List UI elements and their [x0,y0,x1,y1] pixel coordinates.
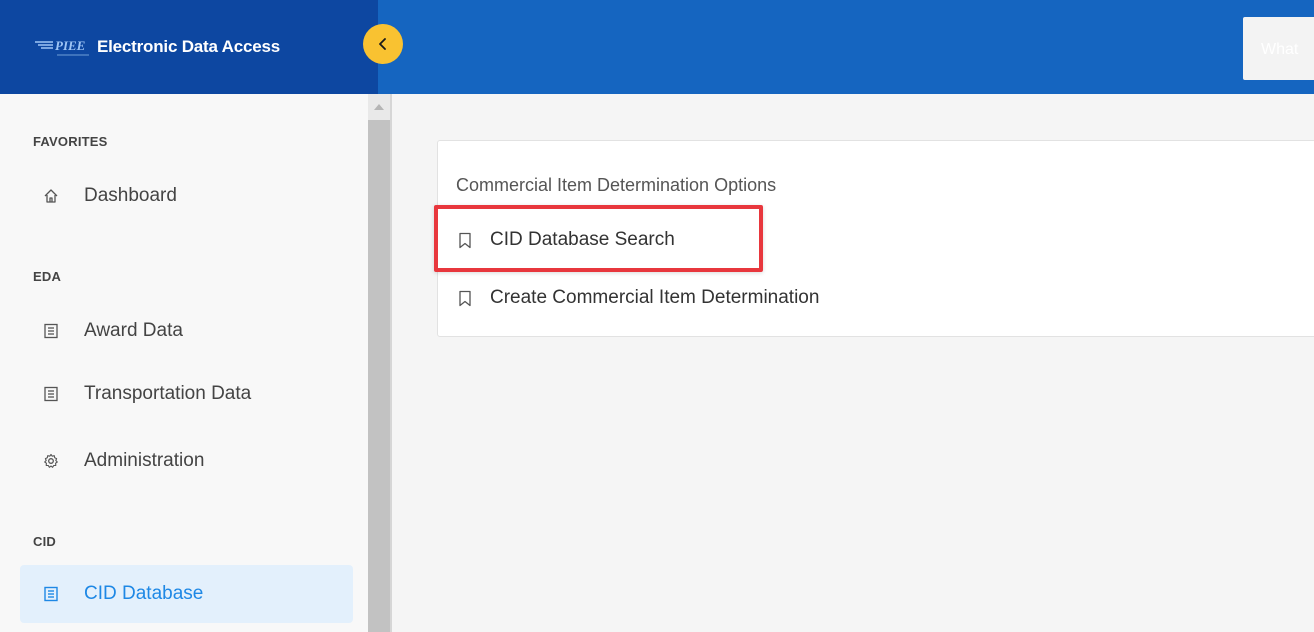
piee-logo[interactable]: PIEE [33,34,91,60]
gear-icon [42,452,60,470]
sidebar-item-label: Dashboard [84,185,177,206]
sidebar-item-label: Award Data [84,320,183,341]
app-title: Electronic Data Access [97,37,281,56]
brand-header: PIEE Electronic Data Access [0,0,378,94]
sidebar-item-label: Administration [84,450,205,471]
bookmark-icon [456,289,474,307]
document-icon [42,585,60,603]
section-header-eda: EDA [33,269,62,284]
option-label: Create Commercial Item Determination [490,287,820,308]
home-icon [42,187,60,205]
sidebar-item-administration[interactable]: Administration [20,432,353,490]
document-icon [42,322,60,340]
sidebar-item-label: Transportation Data [84,383,252,404]
sidebar-item-transportation-data[interactable]: Transportation Data [20,365,353,423]
sidebar-item-award-data[interactable]: Award Data [20,302,353,360]
search-placeholder: What [1261,41,1299,58]
main-content: Commercial Item Determination Options CI… [392,94,1314,632]
bookmark-icon [456,231,474,249]
scrollbar-thumb[interactable] [368,120,390,632]
document-icon [42,385,60,403]
piee-logo-icon: PIEE [35,38,89,56]
search-input[interactable]: What [1243,17,1314,80]
sidebar-item-dashboard[interactable]: Dashboard [20,167,353,225]
section-header-favorites: FAVORITES [33,134,108,149]
sidebar: FAVORITES Dashboard EDA Award Data Trans… [0,94,368,632]
collapse-sidebar-button[interactable] [363,24,403,64]
card-title: Commercial Item Determination Options [456,175,777,195]
sidebar-item-cid-database[interactable]: CID Database [20,565,353,623]
chevron-left-icon [379,38,386,50]
sidebar-scrollbar[interactable] [368,94,390,632]
scroll-up-arrow-icon[interactable] [374,104,384,110]
option-cid-database-search[interactable]: CID Database Search [456,229,675,251]
option-label: CID Database Search [490,229,675,250]
option-create-cid[interactable]: Create Commercial Item Determination [456,287,819,309]
section-header-cid: CID [33,534,56,549]
brand-logo-text: PIEE [55,38,86,53]
cid-options-card: Commercial Item Determination Options CI… [434,140,1314,337]
sidebar-item-label: CID Database [84,583,204,604]
top-bar [378,0,1314,94]
